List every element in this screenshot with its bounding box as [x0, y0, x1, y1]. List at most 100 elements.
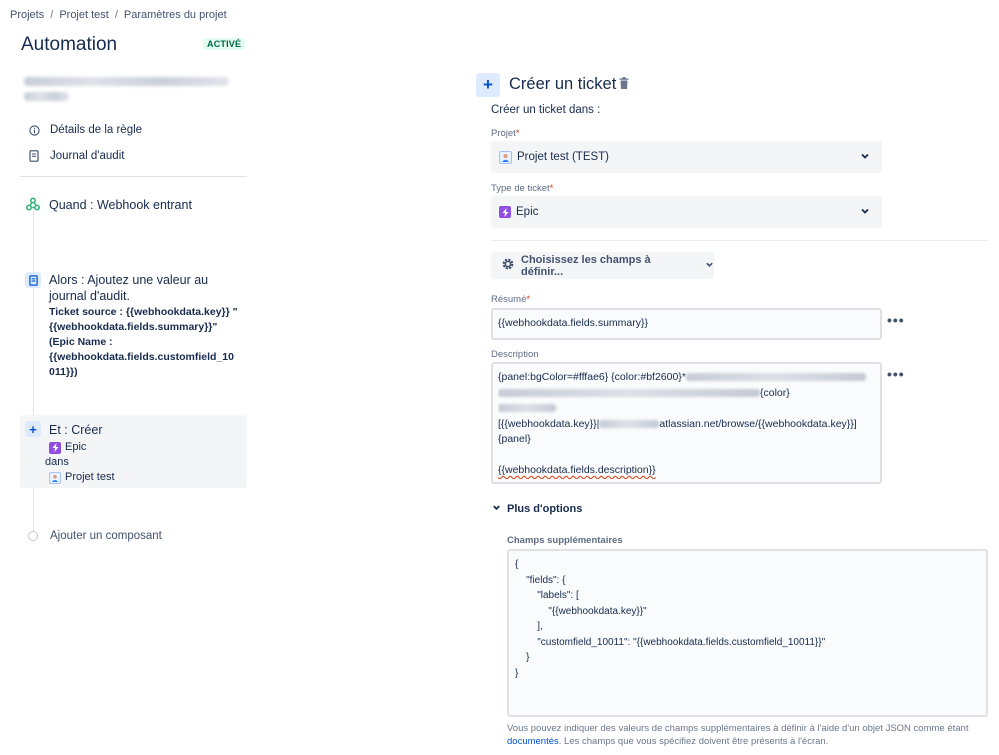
- help-text-part: . Les champs que vous spécifiez doivent …: [558, 736, 829, 747]
- project-avatar-icon: [499, 150, 512, 164]
- audit-action-detail: Ticket source : {{webhookdata.key}} " {{…: [49, 305, 249, 380]
- project-label-text: Projet: [491, 128, 516, 139]
- description-text: {color}: [760, 386, 790, 399]
- detail-line: 011}}): [49, 366, 78, 378]
- breadcrumb-separator: /: [50, 9, 54, 21]
- chevron-down-icon: [492, 503, 501, 515]
- description-more-button[interactable]: •••: [887, 366, 905, 382]
- summary-label-text: Résumé: [491, 294, 527, 305]
- breadcrumb: Projets / Projet test / Paramètres du pr…: [10, 9, 227, 21]
- trigger-title: Quand : Webhook entrant: [49, 198, 192, 212]
- add-component-button[interactable]: Ajouter un composant: [28, 530, 162, 542]
- description-field-label: Description: [491, 349, 539, 360]
- required-mark: *: [549, 183, 554, 194]
- description-line: {{webhookdata.fields.description}}: [498, 463, 875, 479]
- required-mark: *: [526, 294, 531, 305]
- description-line: {panel}: [498, 433, 531, 445]
- summary-input[interactable]: {{webhookdata.fields.summary}}: [491, 308, 882, 340]
- rule-details-label: Détails de la règle: [50, 124, 143, 136]
- summary-field-label: Résumé*: [491, 294, 530, 305]
- rule-details-link[interactable]: Détails de la règle: [28, 124, 142, 136]
- create-in-word: dans: [45, 456, 69, 468]
- json-line: "labels": [: [515, 590, 579, 601]
- rule-name-blurred: [24, 77, 229, 107]
- trigger-step[interactable]: Quand : Webhook entrant: [20, 196, 247, 216]
- issue-type-select[interactable]: Epic: [491, 196, 882, 228]
- create-issue-type-label: Epic: [65, 441, 87, 453]
- json-line: "customfield_10011": "{{webhookdata.fiel…: [515, 636, 826, 648]
- detail-line: Ticket source : {{webhookdata.key}} ": [49, 306, 238, 318]
- audit-action-title: Alors : Ajoutez une valeur au journal d'…: [49, 273, 209, 303]
- chevron-down-icon: [860, 206, 870, 219]
- issue-type-field-label: Type de ticket*: [491, 183, 553, 194]
- required-mark: *: [515, 128, 520, 139]
- sidebar-divider: [20, 176, 247, 177]
- issue-type-select-value: Epic: [516, 206, 539, 218]
- create-ticket-plus-icon: +: [476, 73, 500, 97]
- breadcrumb-projects[interactable]: Projets: [10, 9, 44, 21]
- status-badge: ACTIVÉ: [203, 38, 246, 50]
- json-line: "fields": {: [515, 574, 566, 586]
- detail-line: (Epic Name :: [49, 336, 113, 348]
- chevron-down-icon: [705, 260, 714, 272]
- webhook-icon: [25, 196, 41, 212]
- document-icon: [28, 150, 40, 162]
- page-title: Automation: [21, 34, 118, 55]
- create-project-label: Projet test: [65, 471, 115, 483]
- panel-title: Créer un ticket: [509, 75, 617, 93]
- epic-icon: [499, 206, 511, 218]
- description-text: {panel:bgColor=#fffae6} {color:#bf2600}*: [498, 371, 686, 383]
- info-icon: [28, 124, 40, 136]
- redacted-text: [498, 404, 556, 413]
- redacted-text: [599, 419, 660, 428]
- trash-icon[interactable]: [619, 77, 631, 91]
- redacted-text: [498, 388, 760, 397]
- json-line: {: [515, 559, 519, 570]
- json-line: }: [515, 652, 530, 663]
- project-select-value: Projet test (TEST): [517, 151, 610, 163]
- audit-log-link[interactable]: Journal d'audit: [28, 150, 124, 162]
- documentation-link[interactable]: documentés: [507, 736, 559, 747]
- create-in-label: Créer un ticket dans :: [491, 104, 601, 116]
- description-line: [{{webhookdata.key}}| atlassian.net/brows…: [498, 417, 875, 433]
- summary-input-value: {{webhookdata.fields.summary}}: [498, 317, 649, 329]
- json-line: "{{webhookdata.key}}": [515, 605, 647, 617]
- more-options-label: Plus d'options: [507, 503, 583, 515]
- issue-type-label-text: Type de ticket: [491, 183, 550, 194]
- redacted-text: [685, 373, 866, 382]
- panel-divider: [491, 240, 988, 241]
- summary-more-button[interactable]: •••: [887, 312, 905, 328]
- breadcrumb-project-settings[interactable]: Paramètres du projet: [124, 9, 227, 21]
- choose-fields-button[interactable]: Choisissez les champs à définir...: [491, 252, 714, 279]
- create-action-title: Et : Créer: [49, 423, 103, 437]
- description-text: {{webhookdata.fields.description}}: [498, 464, 656, 476]
- audit-log-label: Journal d'audit: [50, 150, 125, 162]
- epic-icon: [49, 441, 61, 454]
- extra-fields-label: Champs supplémentaires: [507, 535, 623, 546]
- description-text: [{{webhookdata.key}}|: [498, 417, 600, 430]
- project-select[interactable]: Projet test (TEST): [491, 141, 882, 173]
- description-line: [498, 401, 875, 417]
- audit-action-step[interactable]: Alors : Ajoutez une valeur au journal d'…: [20, 272, 247, 382]
- audit-log-icon: [25, 272, 41, 288]
- description-editor[interactable]: {panel:bgColor=#fffae6} {color:#bf2600}*…: [491, 362, 882, 484]
- description-line: {panel:bgColor=#fffae6} {color:#bf2600}*: [498, 370, 875, 386]
- breadcrumb-project-test[interactable]: Projet test: [59, 9, 109, 21]
- description-text: atlassian.net/browse/{{webhookdata.key}}…: [659, 417, 857, 430]
- project-avatar-icon: [49, 471, 61, 484]
- chevron-down-icon: [860, 151, 870, 164]
- extra-fields-json-editor[interactable]: { "fields": { "labels": [ "{{webhookdata…: [507, 549, 988, 717]
- detail-line: {{webhookdata.fields.summary}}": [49, 321, 218, 333]
- add-component-label: Ajouter un composant: [50, 530, 162, 542]
- project-field-label: Projet*: [491, 128, 520, 139]
- more-options-toggle[interactable]: Plus d'options: [492, 503, 582, 515]
- json-line: ],: [515, 621, 543, 632]
- description-line: {color}: [498, 386, 875, 402]
- create-project: Projet test: [49, 470, 115, 485]
- create-action-step[interactable]: + Et : Créer Epic dans Projet test: [20, 415, 247, 488]
- choose-fields-label: Choisissez les champs à définir...: [521, 253, 651, 278]
- add-component-dot: [28, 531, 38, 541]
- plus-icon: +: [25, 421, 41, 437]
- breadcrumb-separator: /: [114, 9, 118, 21]
- json-line: }: [515, 667, 519, 679]
